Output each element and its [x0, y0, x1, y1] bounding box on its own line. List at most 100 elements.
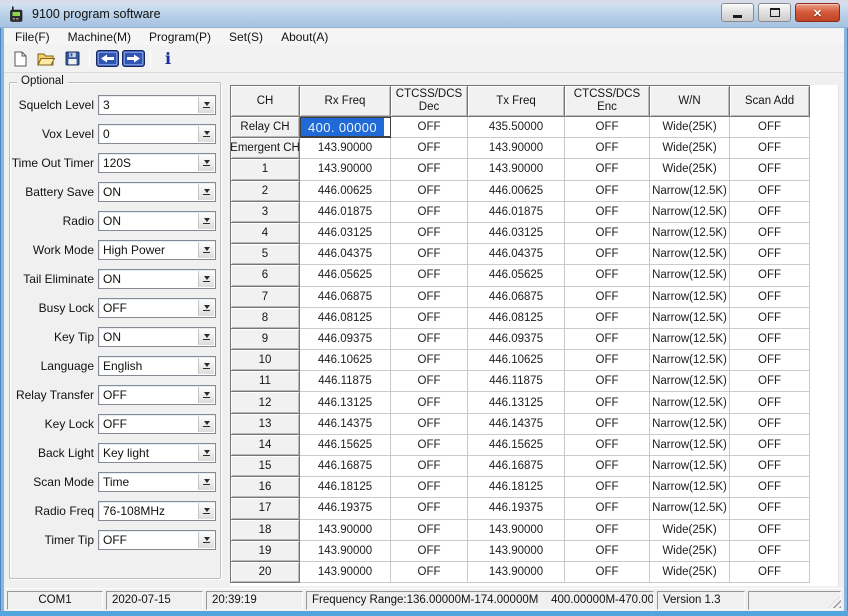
row-header[interactable]: 16 [230, 477, 300, 498]
cell-wn[interactable]: Narrow(12.5K) [650, 223, 730, 244]
row-header[interactable]: 9 [230, 329, 300, 350]
write-to-radio-button[interactable] [120, 47, 146, 71]
cell-dec[interactable]: OFF [391, 223, 468, 244]
cell-tx[interactable]: 143.90000 [468, 159, 565, 180]
cell-scan[interactable]: OFF [730, 159, 810, 180]
cell-dec[interactable]: OFF [391, 477, 468, 498]
cell-dec[interactable]: OFF [391, 159, 468, 180]
combo-time-out-timer[interactable]: 120S [98, 153, 216, 173]
combo-relay-transfer[interactable]: OFF [98, 385, 216, 405]
cell-enc[interactable]: OFF [565, 202, 650, 223]
cell-scan[interactable]: OFF [730, 414, 810, 435]
cell-enc[interactable]: OFF [565, 138, 650, 159]
cell-scan[interactable]: OFF [730, 181, 810, 202]
dropdown-arrow-icon[interactable] [198, 387, 214, 403]
menu-item-about-a[interactable]: About(A) [272, 29, 337, 45]
cell-wn[interactable]: Narrow(12.5K) [650, 456, 730, 477]
cell-dec[interactable]: OFF [391, 265, 468, 286]
new-file-button[interactable] [7, 47, 33, 71]
cell-dec[interactable]: OFF [391, 435, 468, 456]
cell-dec[interactable]: OFF [391, 138, 468, 159]
cell-wn[interactable]: Narrow(12.5K) [650, 202, 730, 223]
cell-tx[interactable]: 446.18125 [468, 477, 565, 498]
row-header[interactable]: 5 [230, 244, 300, 265]
cell-rx[interactable]: 446.06875 [300, 287, 391, 308]
cell-dec[interactable]: OFF [391, 329, 468, 350]
open-file-button[interactable] [33, 47, 59, 71]
cell-dec[interactable]: OFF [391, 520, 468, 541]
cell-dec[interactable]: OFF [391, 541, 468, 562]
row-header[interactable]: 12 [230, 392, 300, 413]
cell-scan[interactable]: OFF [730, 138, 810, 159]
combo-tail-eliminate[interactable]: ON [98, 269, 216, 289]
cell-rx[interactable]: 446.11875 [300, 371, 391, 392]
selected-cell-value[interactable]: 400. 00000 [301, 118, 384, 136]
dropdown-arrow-icon[interactable] [198, 126, 214, 142]
cell-scan[interactable]: OFF [730, 477, 810, 498]
cell-rx[interactable]: 446.18125 [300, 477, 391, 498]
cell-wn[interactable]: Wide(25K) [650, 138, 730, 159]
cell-tx[interactable]: 446.19375 [468, 498, 565, 519]
dropdown-arrow-icon[interactable] [198, 532, 214, 548]
save-button[interactable] [59, 47, 85, 71]
cell-tx[interactable]: 446.09375 [468, 329, 565, 350]
combo-key-tip[interactable]: ON [98, 327, 216, 347]
cell-rx[interactable]: 143.90000 [300, 520, 391, 541]
row-header[interactable]: 8 [230, 308, 300, 329]
dropdown-arrow-icon[interactable] [198, 503, 214, 519]
cell-rx[interactable]: 446.03125 [300, 223, 391, 244]
cell-scan[interactable]: OFF [730, 329, 810, 350]
cell-tx[interactable]: 143.90000 [468, 562, 565, 583]
read-from-radio-button[interactable] [94, 47, 120, 71]
row-header[interactable]: Relay CH [230, 117, 300, 138]
cell-tx[interactable]: 446.16875 [468, 456, 565, 477]
cell-enc[interactable]: OFF [565, 541, 650, 562]
menu-item-file-f[interactable]: File(F) [6, 29, 59, 45]
cell-rx[interactable]: 446.05625 [300, 265, 391, 286]
info-button[interactable]: i [155, 47, 181, 71]
row-header[interactable]: 7 [230, 287, 300, 308]
row-header[interactable]: 3 [230, 202, 300, 223]
row-header[interactable]: 17 [230, 498, 300, 519]
cell-enc[interactable]: OFF [565, 498, 650, 519]
cell-scan[interactable]: OFF [730, 308, 810, 329]
cell-rx[interactable]: 446.14375 [300, 414, 391, 435]
cell-enc[interactable]: OFF [565, 414, 650, 435]
cell-enc[interactable]: OFF [565, 350, 650, 371]
dropdown-arrow-icon[interactable] [198, 184, 214, 200]
cell-enc[interactable]: OFF [565, 181, 650, 202]
cell-wn[interactable]: Narrow(12.5K) [650, 329, 730, 350]
row-header[interactable]: Emergent CH [230, 138, 300, 159]
cell-enc[interactable]: OFF [565, 117, 650, 138]
cell-rx[interactable]: 446.10625 [300, 350, 391, 371]
cell-enc[interactable]: OFF [565, 477, 650, 498]
dropdown-arrow-icon[interactable] [198, 416, 214, 432]
cell-rx[interactable]: 446.08125 [300, 308, 391, 329]
cell-scan[interactable]: OFF [730, 435, 810, 456]
cell-tx[interactable]: 446.10625 [468, 350, 565, 371]
menu-item-machine-m[interactable]: Machine(M) [59, 29, 140, 45]
menu-item-set-s[interactable]: Set(S) [220, 29, 272, 45]
menu-item-program-p[interactable]: Program(P) [140, 29, 220, 45]
cell-scan[interactable]: OFF [730, 223, 810, 244]
cell-enc[interactable]: OFF [565, 223, 650, 244]
dropdown-arrow-icon[interactable] [198, 445, 214, 461]
cell-wn[interactable]: Narrow(12.5K) [650, 414, 730, 435]
cell-dec[interactable]: OFF [391, 562, 468, 583]
cell-scan[interactable]: OFF [730, 350, 810, 371]
combo-radio[interactable]: ON [98, 211, 216, 231]
dropdown-arrow-icon[interactable] [198, 358, 214, 374]
cell-tx[interactable]: 446.03125 [468, 223, 565, 244]
cell-tx[interactable]: 446.01875 [468, 202, 565, 223]
cell-tx[interactable]: 143.90000 [468, 541, 565, 562]
combo-language[interactable]: English [98, 356, 216, 376]
cell-wn[interactable]: Wide(25K) [650, 520, 730, 541]
close-button[interactable] [795, 3, 840, 22]
cell-wn[interactable]: Wide(25K) [650, 562, 730, 583]
cell-tx[interactable]: 446.08125 [468, 308, 565, 329]
row-header[interactable]: 11 [230, 371, 300, 392]
cell-rx[interactable]: 143.90000 [300, 562, 391, 583]
dropdown-arrow-icon[interactable] [198, 271, 214, 287]
cell-rx[interactable]: 446.00625 [300, 181, 391, 202]
cell-wn[interactable]: Wide(25K) [650, 117, 730, 138]
